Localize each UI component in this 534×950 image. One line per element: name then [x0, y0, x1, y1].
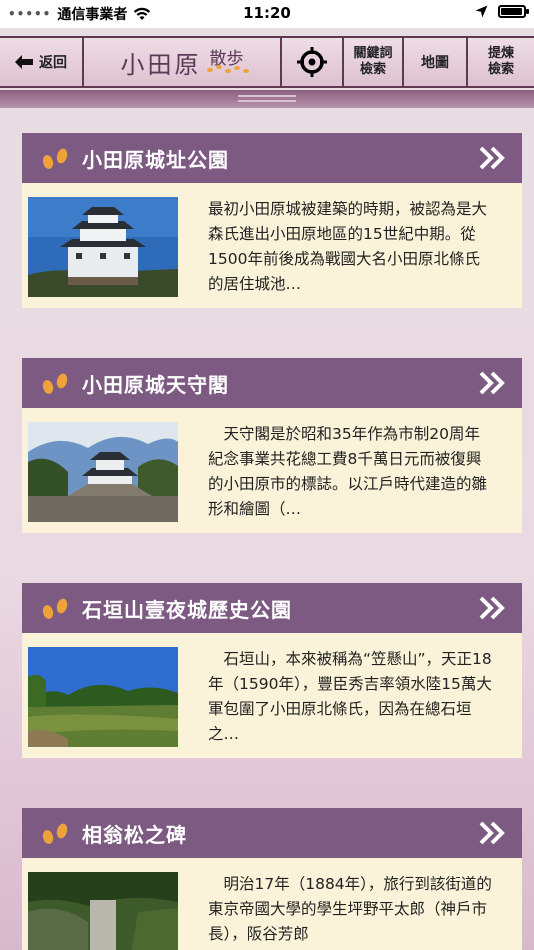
- logo-footsteps-icon: [206, 64, 249, 73]
- double-chevron-right-icon[interactable]: [478, 821, 506, 845]
- spot-card-body: 最初小田原城被建築的時期，被認為是大森氏進出小田原地區的15世紀中期。從1500…: [22, 183, 522, 308]
- status-bar: ••••• 通信事業者 11:20: [0, 0, 534, 28]
- spot-card-body: 明治17年（1884年），旅行到該街道的東京帝國大學的學生坪野平太郎（神戶市長）…: [22, 858, 522, 950]
- spot-title: 小田原城址公園: [82, 147, 229, 172]
- spot-card-header[interactable]: 小田原城址公園: [22, 133, 522, 183]
- refine-search-line2: 檢索: [487, 62, 514, 77]
- keyword-search-label: 關鍵詞 檢索: [353, 46, 392, 78]
- current-location-button[interactable]: [282, 38, 344, 86]
- refine-search-line1: 提煉: [487, 46, 514, 61]
- footprints-icon: [42, 373, 68, 394]
- spot-card[interactable]: 石垣山壹夜城歷史公園 石垣山，本來被稱為“笠懸山”，天正18年（1590年），豐…: [22, 583, 522, 758]
- map-label: 地圖: [421, 55, 449, 71]
- logo-sub-wrap: 散歩: [206, 49, 249, 75]
- back-button[interactable]: 返回: [0, 38, 84, 86]
- map-button[interactable]: 地圖: [404, 38, 468, 86]
- app-logo: 小田原 散歩: [84, 38, 282, 86]
- back-arrow-icon: [15, 55, 33, 69]
- spot-card-body: 天守閣是於昭和35年作為市制20周年紀念事業共花總工費8千萬日元而被復興的小田原…: [22, 408, 522, 533]
- double-chevron-right-icon[interactable]: [478, 371, 506, 395]
- spot-card-header[interactable]: 相翁松之碑: [22, 808, 522, 858]
- logo-main-text: 小田原: [120, 50, 202, 79]
- keyword-search-line1: 關鍵詞: [353, 46, 393, 61]
- spot-photo: [28, 422, 178, 522]
- spot-description: 明治17年（1884年），旅行到該街道的東京帝國大學的學生坪野平太郎（神戶市長）…: [208, 875, 492, 943]
- refine-search-label: 提煉 檢索: [488, 46, 514, 78]
- double-chevron-right-icon[interactable]: [478, 146, 506, 170]
- spot-title: 小田原城天守閣: [82, 372, 229, 397]
- footprints-icon: [42, 823, 68, 844]
- battery-icon: [498, 5, 529, 18]
- spot-description: 天守閣是於昭和35年作為市制20周年紀念事業共花總工費8千萬日元而被復興的小田原…: [208, 425, 488, 518]
- spot-card-header[interactable]: 小田原城天守閣: [22, 358, 522, 408]
- double-chevron-right-icon[interactable]: [478, 596, 506, 620]
- spot-card-body: 石垣山，本來被稱為“笠懸山”，天正18年（1590年），豐臣秀吉率領水陸15萬大…: [22, 633, 522, 758]
- location-arrow-icon: [475, 5, 488, 18]
- spot-card-header[interactable]: 石垣山壹夜城歷史公園: [22, 583, 522, 633]
- toolbar: 返回 小田原 散歩 關鍵詞 檢索 地圖 提煉 檢索: [0, 36, 534, 88]
- clock: 11:20: [243, 4, 291, 22]
- footprints-icon: [42, 598, 68, 619]
- spot-card[interactable]: 小田原城天守閣 天守閣是於昭和35年作為市制20周年紀念事業共花總工費8千萬日元…: [22, 358, 522, 533]
- status-right: [475, 5, 529, 18]
- back-label: 返回: [39, 55, 67, 71]
- spot-card[interactable]: 小田原城址公園 最初小田原城被建築的時期，被認為是大森氏進出小田原地區的15世紀…: [22, 133, 522, 308]
- spot-photo: [28, 647, 178, 747]
- spot-description: 最初小田原城被建築的時期，被認為是大森氏進出小田原地區的15世紀中期。從1500…: [208, 200, 488, 293]
- drawer-handle[interactable]: [238, 95, 296, 102]
- footprints-icon: [42, 148, 68, 169]
- spot-description: 石垣山，本來被稱為“笠懸山”，天正18年（1590年），豐臣秀吉率領水陸15萬大…: [208, 650, 492, 743]
- spot-photo: [28, 872, 178, 950]
- keyword-search-button[interactable]: 關鍵詞 檢索: [344, 38, 404, 86]
- crosshair-icon: [297, 47, 327, 77]
- refine-search-button[interactable]: 提煉 檢索: [468, 38, 534, 86]
- keyword-search-line2: 檢索: [359, 62, 386, 77]
- battery-fill: [501, 8, 522, 15]
- spot-title: 石垣山壹夜城歷史公園: [82, 597, 292, 622]
- spot-title: 相翁松之碑: [82, 822, 187, 847]
- spot-photo: [28, 197, 178, 297]
- spot-card[interactable]: 相翁松之碑 明治17年（1884年），旅行到該街道的東京帝國大學的學生坪野平太郎…: [22, 808, 522, 950]
